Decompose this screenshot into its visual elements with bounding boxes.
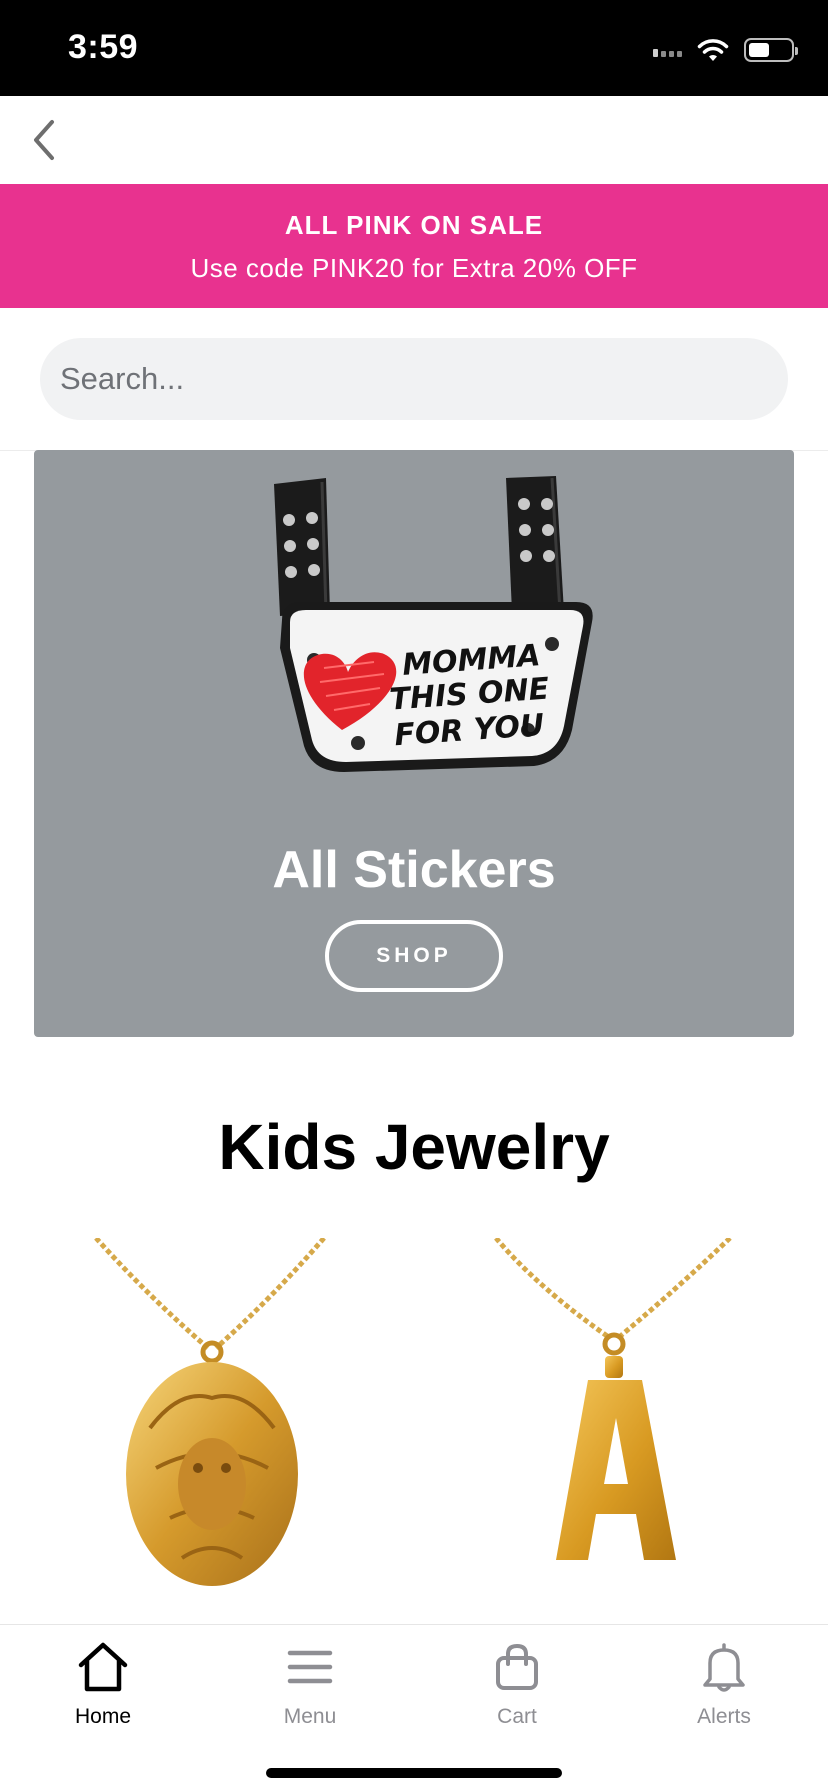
tab-label-cart: Cart (497, 1705, 537, 1728)
sticker-back-plate-image: MOMMA THIS ONE FOR YOU (274, 476, 593, 772)
status-time: 3:59 (68, 28, 139, 66)
tab-home[interactable]: Home (23, 1639, 183, 1739)
tab-alerts[interactable]: Alerts (644, 1639, 804, 1739)
lion-pendant-image (94, 1236, 326, 1586)
hero-title: All Stickers (272, 841, 556, 899)
nav-bar (0, 96, 828, 184)
product-card-letter-a-necklace[interactable] (478, 1236, 758, 1598)
shop-button[interactable]: SHOP (325, 920, 503, 992)
tab-label-home: Home (74, 1705, 132, 1728)
cellular-signal-icon (653, 43, 682, 57)
wifi-icon (697, 39, 729, 61)
promo-banner[interactable]: ALL PINK ON SALE Use code PINK20 for Ext… (0, 184, 828, 308)
status-bar: 3:59 (0, 0, 828, 96)
bag-icon (489, 1639, 545, 1695)
promo-title: ALL PINK ON SALE (284, 210, 544, 240)
promo-subtitle: Use code PINK20 for Extra 20% OFF (190, 253, 638, 283)
menu-icon (282, 1639, 338, 1695)
back-button[interactable] (18, 114, 70, 166)
product-card-lion-necklace[interactable] (90, 1236, 370, 1598)
search-input[interactable] (40, 338, 788, 420)
status-icons (653, 36, 798, 64)
tab-bar: Home Menu Cart Alerts (0, 1624, 828, 1792)
stickers-hero-banner[interactable]: MOMMA THIS ONE FOR YOU All Stickers SHOP (34, 450, 794, 1037)
bell-icon (696, 1639, 752, 1695)
search-section (0, 308, 828, 451)
home-indicator (266, 1768, 562, 1778)
tab-cart[interactable]: Cart (437, 1639, 597, 1739)
tab-menu[interactable]: Menu (230, 1639, 390, 1739)
chevron-left-icon (34, 120, 54, 160)
home-icon (75, 1639, 131, 1695)
section-title: Kids Jewelry (218, 1111, 610, 1183)
tab-label-menu: Menu (283, 1705, 337, 1728)
tab-label-alerts: Alerts (697, 1705, 751, 1728)
battery-icon (744, 38, 798, 62)
letter-a-pendant-image (494, 1236, 732, 1560)
